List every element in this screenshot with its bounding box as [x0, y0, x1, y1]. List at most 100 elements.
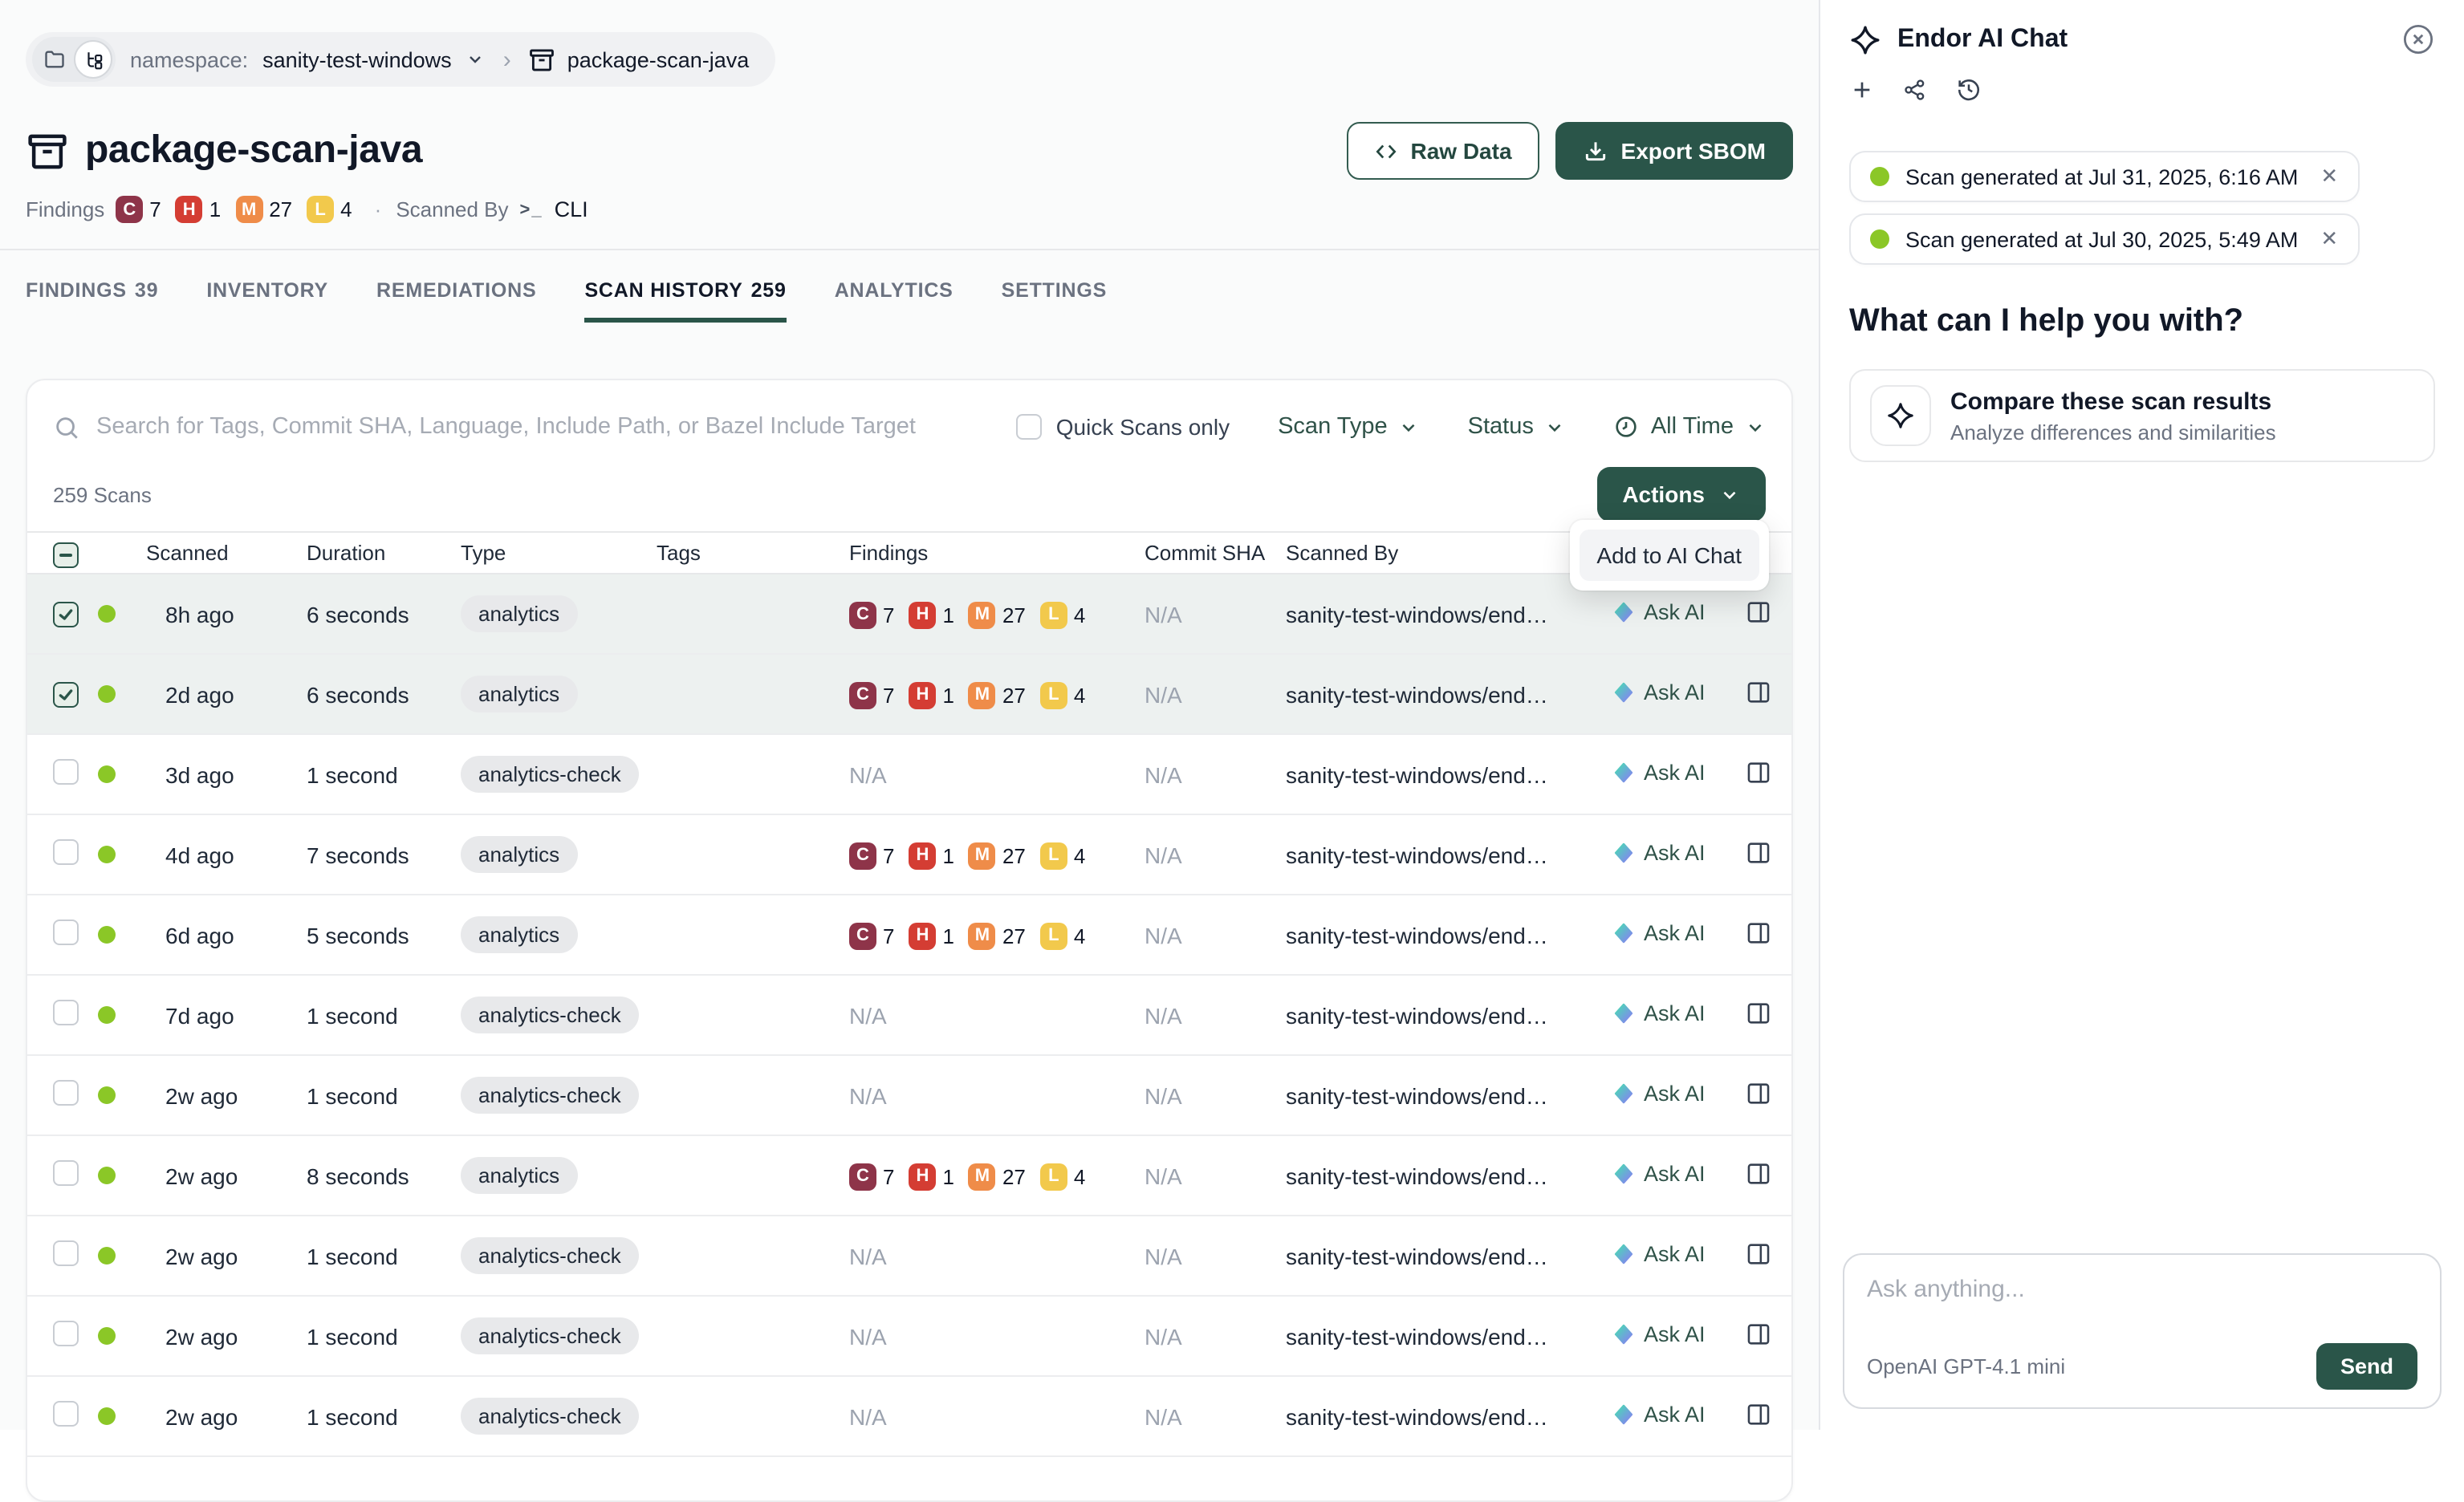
ask-ai-button[interactable]: Ask AI [1613, 1242, 1706, 1266]
scanned-cell: 8h ago [146, 574, 307, 654]
row-checkbox[interactable] [53, 1000, 79, 1025]
column-header-findings[interactable]: Findings [849, 532, 1145, 574]
row-checkbox[interactable] [53, 919, 79, 945]
scan-row[interactable]: 2w ago1 secondanalytics-checkN/AN/Asanit… [27, 1376, 1791, 1456]
scans-count: 259 Scans [53, 482, 152, 506]
open-compare-button[interactable] [1745, 999, 1772, 1026]
severity-low-count: 4 [1074, 684, 1085, 708]
row-checkbox[interactable] [53, 601, 79, 627]
scanned-cell: 7d ago [146, 975, 307, 1055]
quick-scans-checkbox[interactable] [1016, 414, 1042, 440]
chat-history-button[interactable] [1955, 75, 1982, 103]
findings-summary: Findings C7H1M27L4 · Scanned By >_ CLI [0, 196, 1819, 223]
open-compare-button[interactable] [1745, 1320, 1772, 1347]
row-checkbox[interactable] [53, 759, 79, 785]
tree-view-icon[interactable] [74, 40, 112, 79]
ask-ai-button[interactable]: Ask AI [1613, 1162, 1706, 1186]
tab-findings[interactable]: FINDINGS39 [26, 279, 158, 323]
column-header-tags[interactable]: Tags [657, 532, 849, 574]
chip-close-icon[interactable]: ✕ [2320, 226, 2338, 252]
open-compare-button[interactable] [1745, 1079, 1772, 1106]
share-chat-button[interactable] [1902, 76, 1928, 102]
chip-close-icon[interactable]: ✕ [2320, 164, 2338, 189]
column-header-duration[interactable]: Duration [307, 532, 461, 574]
quick-scans-toggle[interactable]: Quick Scans only [1016, 414, 1230, 440]
scan-type-filter[interactable]: Scan Type [1278, 414, 1420, 440]
column-header-type[interactable]: Type [461, 532, 657, 574]
open-compare-button[interactable] [1745, 1400, 1772, 1427]
scan-row[interactable]: 2w ago1 secondanalytics-checkN/AN/Asanit… [27, 1296, 1791, 1376]
select-all-checkbox[interactable] [53, 542, 79, 568]
send-button[interactable]: Send [2316, 1343, 2417, 1390]
open-compare-button[interactable] [1745, 758, 1772, 786]
chevron-down-icon [1545, 416, 1566, 437]
breadcrumb-view-switch[interactable] [32, 37, 116, 82]
chat-close-button[interactable] [2401, 22, 2435, 56]
scan-row[interactable]: 2d ago6 secondsanalyticsC7H1M27L4N/Asani… [27, 654, 1791, 734]
open-compare-button[interactable] [1745, 1159, 1772, 1187]
scan-history-card: Quick Scans only Scan Type Status All Ti… [26, 379, 1793, 1502]
open-compare-button[interactable] [1745, 678, 1772, 705]
scanned-by-cell: sanity-test-windows/end… [1286, 574, 1613, 654]
actions-button[interactable]: Actions [1596, 467, 1766, 522]
chevron-down-icon[interactable] [466, 50, 486, 69]
open-compare-button[interactable] [1745, 838, 1772, 866]
menu-item-add-to-ai-chat[interactable]: Add to AI Chat [1579, 530, 1759, 581]
ask-ai-button[interactable]: Ask AI [1613, 680, 1706, 704]
ask-ai-button[interactable]: Ask AI [1613, 841, 1706, 865]
scan-row[interactable]: 2w ago1 secondanalytics-checkN/AN/Asanit… [27, 1216, 1791, 1296]
row-checkbox[interactable] [53, 839, 79, 865]
tab-scan-history[interactable]: SCAN HISTORY259 [584, 279, 786, 323]
ask-ai-button[interactable]: Ask AI [1613, 1001, 1706, 1025]
scan-row[interactable]: 8h ago6 secondsanalyticsC7H1M27L4N/Asani… [27, 574, 1791, 654]
findings-cell: N/A [849, 1055, 1145, 1135]
suggestion-card-compare-scans[interactable]: Compare these scan results Analyze diffe… [1849, 369, 2435, 462]
row-checkbox[interactable] [53, 1240, 79, 1266]
column-header-scanned-by[interactable]: Scanned By [1286, 532, 1613, 574]
column-header-scanned[interactable]: Scanned [146, 532, 307, 574]
chat-input[interactable] [1867, 1276, 2417, 1303]
row-checkbox[interactable] [53, 1080, 79, 1106]
tab-remediations[interactable]: REMEDIATIONS [376, 279, 536, 323]
open-compare-button[interactable] [1745, 1240, 1772, 1267]
breadcrumb-entity[interactable]: package-scan-java [529, 46, 750, 73]
ask-ai-button[interactable]: Ask AI [1613, 1082, 1706, 1106]
search-input[interactable] [96, 414, 990, 440]
duration-cell: 1 second [307, 1055, 461, 1135]
row-checkbox[interactable] [53, 681, 79, 707]
row-checkbox[interactable] [53, 1401, 79, 1427]
scan-row[interactable]: 6d ago5 secondsanalyticsC7H1M27L4N/Asani… [27, 895, 1791, 975]
export-sbom-button[interactable]: Export SBOM [1555, 122, 1793, 180]
raw-data-button[interactable]: Raw Data [1346, 122, 1539, 180]
tags-cell [657, 734, 849, 814]
severity-low-count: 4 [340, 197, 352, 221]
tab-analytics[interactable]: ANALYTICS [835, 279, 953, 323]
tab-settings[interactable]: SETTINGS [1002, 279, 1107, 323]
time-filter[interactable]: All Time [1614, 414, 1766, 440]
open-compare-button[interactable] [1745, 919, 1772, 946]
ask-ai-button[interactable]: Ask AI [1613, 1403, 1706, 1427]
ask-ai-button[interactable]: Ask AI [1613, 1322, 1706, 1346]
scan-row[interactable]: 2w ago1 secondanalytics-checkN/AN/Asanit… [27, 1055, 1791, 1135]
findings-label: Findings [26, 197, 104, 221]
folder-icon[interactable] [35, 40, 74, 79]
scan-row[interactable]: 7d ago1 secondanalytics-checkN/AN/Asanit… [27, 975, 1791, 1055]
commit-sha-cell: N/A [1145, 842, 1182, 867]
open-compare-button[interactable] [1745, 598, 1772, 625]
scan-row[interactable]: 2w ago8 secondsanalyticsC7H1M27L4N/Asani… [27, 1135, 1791, 1216]
column-header-commit-sha[interactable]: Commit SHA [1145, 532, 1286, 574]
commit-sha-cell: N/A [1145, 1082, 1182, 1108]
status-filter[interactable]: Status [1468, 414, 1566, 440]
row-checkbox[interactable] [53, 1321, 79, 1346]
search-box[interactable] [53, 413, 990, 440]
ask-ai-icon [1613, 1324, 1634, 1345]
row-checkbox[interactable] [53, 1160, 79, 1186]
tab-inventory[interactable]: INVENTORY [206, 279, 328, 323]
new-chat-button[interactable] [1849, 76, 1875, 102]
ask-ai-button[interactable]: Ask AI [1613, 761, 1706, 785]
ask-ai-button[interactable]: Ask AI [1613, 600, 1706, 624]
scan-row[interactable]: 4d ago7 secondsanalyticsC7H1M27L4N/Asani… [27, 814, 1791, 895]
scan-row[interactable]: 3d ago1 secondanalytics-checkN/AN/Asanit… [27, 734, 1791, 814]
ask-ai-button[interactable]: Ask AI [1613, 921, 1706, 945]
namespace-value[interactable]: sanity-test-windows [262, 47, 452, 71]
